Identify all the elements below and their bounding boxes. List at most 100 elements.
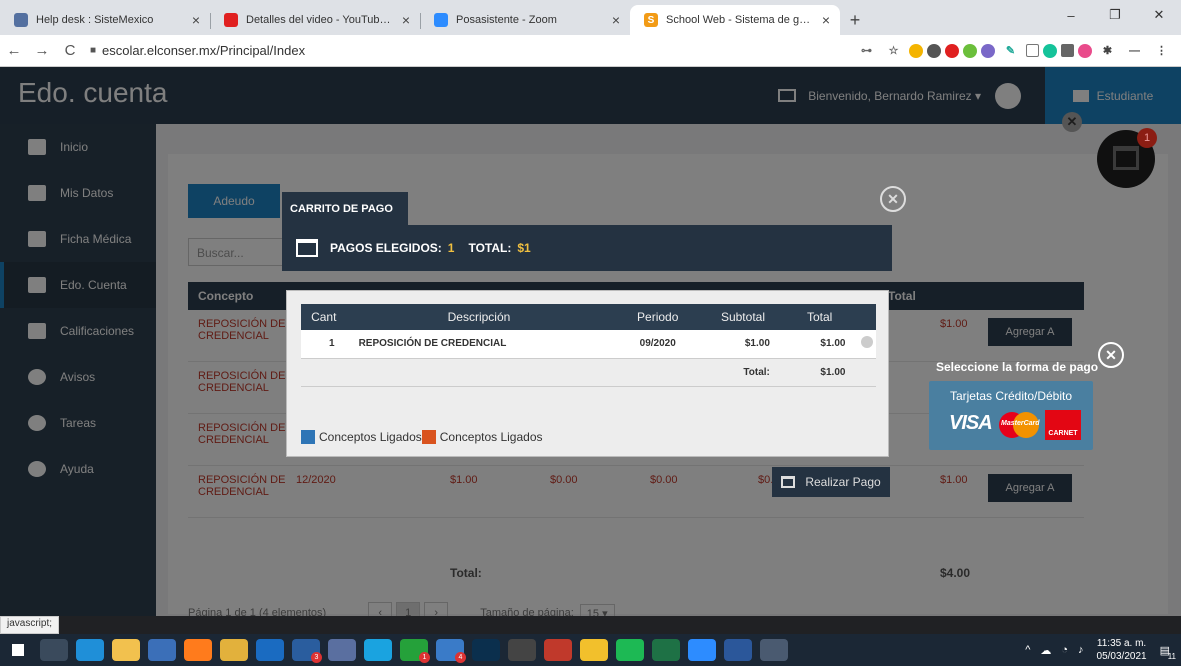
detail-empty-cell — [346, 358, 612, 387]
app-icon-2[interactable] — [328, 639, 356, 661]
browser-tab[interactable]: Detalles del video - YouTube Stu × — [210, 5, 420, 35]
detail-col-header: Descripción — [346, 304, 612, 330]
taskbar-badge: 4 — [455, 652, 466, 663]
app-icon-3[interactable]: 4 — [436, 639, 466, 663]
extension-icon[interactable] — [981, 43, 995, 58]
extension-icon[interactable] — [1078, 43, 1092, 58]
chosen-label: PAGOS ELEGIDOS: — [330, 241, 442, 255]
extension-icon[interactable]: ✎ — [999, 42, 1022, 60]
reload-button[interactable]: C — [56, 42, 84, 59]
volume-icon[interactable]: ♪ — [1078, 644, 1084, 656]
maximize-button[interactable]: ❐ — [1093, 0, 1137, 30]
task-view-icon[interactable] — [40, 639, 68, 661]
extension-icon[interactable] — [1061, 44, 1074, 57]
cart-icon — [781, 476, 796, 488]
chevron-up-icon[interactable]: ^ — [1025, 644, 1030, 656]
cart-icon — [1113, 146, 1139, 170]
cart-summary-bar[interactable]: PAGOS ELEGIDOS: 1 TOTAL: $1 — [282, 225, 892, 271]
tab-close-icon[interactable]: × — [612, 12, 620, 28]
sticky-notes-icon[interactable] — [580, 639, 608, 661]
clock[interactable]: 11:35 a. m. 05/03/2021 — [1097, 637, 1147, 663]
close-window-button[interactable]: ✕ — [1137, 0, 1181, 30]
taskbar-badge: 1 — [419, 652, 430, 663]
detail-cell-action — [857, 330, 876, 359]
firefox-icon[interactable] — [184, 639, 212, 661]
payment-option-cards[interactable]: Tarjetas Crédito/Débito VISA MasterCard … — [929, 381, 1093, 450]
grammarly-icon[interactable] — [1043, 43, 1057, 58]
chrome-icon[interactable] — [220, 639, 248, 661]
whatsapp-icon[interactable]: 1 — [400, 639, 430, 663]
skype-icon[interactable] — [364, 639, 392, 661]
cart-total-value: $1 — [517, 241, 531, 255]
zoom-icon[interactable] — [688, 639, 716, 661]
tab-favicon-icon: S — [644, 13, 658, 27]
tab-title: Detalles del video - YouTube Stu — [246, 14, 396, 26]
extension-icon[interactable] — [927, 43, 941, 58]
app-icon-1[interactable]: 3 — [292, 639, 322, 663]
payment-title: Seleccione la forma de pago — [936, 360, 1099, 374]
extension-icon[interactable] — [909, 43, 923, 58]
store-icon[interactable] — [148, 639, 176, 661]
close-icon[interactable]: ✕ — [1062, 112, 1082, 132]
browser-tab[interactable]: Posasistente - Zoom × — [420, 5, 630, 35]
key-icon[interactable]: ⊶ — [855, 42, 878, 60]
tab-close-icon[interactable]: × — [402, 12, 410, 28]
menu-icon[interactable]: ⋮ — [1150, 42, 1173, 60]
app-icon-6[interactable] — [760, 639, 788, 661]
payment-close-button[interactable]: ✕ — [1098, 342, 1124, 368]
tab-favicon-icon — [434, 13, 448, 27]
detail-cell-cant: 1 — [301, 330, 347, 359]
browser-tab[interactable]: Help desk : SisteMexico × — [0, 5, 210, 35]
cart-fab-button[interactable]: 1 — [1097, 128, 1157, 188]
extension-icon[interactable] — [1026, 44, 1039, 57]
legend: Conceptos Ligados Conceptos Ligados — [301, 430, 543, 444]
url-field[interactable]: ■ escolar.elconser.mx/Principal/Index — [90, 43, 790, 58]
mastercard-logo: MasterCard — [999, 412, 1040, 438]
extension-icon[interactable] — [963, 43, 977, 58]
bookmark-star-icon[interactable]: ☆ — [882, 42, 905, 60]
photoshop-icon[interactable] — [472, 639, 500, 661]
status-bar: javascript; — [0, 616, 60, 634]
windows-icon — [12, 644, 24, 656]
detail-col-header: Total — [781, 304, 858, 330]
tab-close-icon[interactable]: × — [192, 12, 200, 28]
network-icon[interactable]: ◔ — [1061, 644, 1068, 656]
tab-title: Help desk : SisteMexico — [36, 14, 154, 26]
remove-item-icon[interactable] — [860, 336, 873, 349]
forward-button[interactable]: → — [28, 42, 56, 59]
file-explorer-icon[interactable] — [112, 639, 140, 661]
cart-detail-modal: Cant Descripción Periodo Subtotal Total 1 REP… — [286, 290, 889, 457]
tab-title: School Web - Sistema de gestion — [666, 14, 816, 26]
app-icon-4[interactable] — [508, 639, 536, 661]
legend-label: Conceptos Ligados — [319, 430, 422, 444]
cart-title: CARRITO DE PAGO — [282, 192, 408, 226]
detail-empty-cell — [301, 358, 347, 387]
outlook-icon[interactable] — [256, 639, 284, 661]
cloud-icon[interactable]: ☁ — [1040, 644, 1051, 657]
back-button[interactable]: ← — [0, 42, 28, 59]
tab-close-icon[interactable]: × — [822, 12, 830, 28]
cart-badge: 1 — [1137, 128, 1157, 148]
tab-favicon-icon — [14, 13, 28, 27]
new-tab-button[interactable]: + — [840, 5, 870, 35]
detail-cell-periodo: 09/2020 — [611, 330, 705, 359]
profile-icon[interactable]: — — [1123, 42, 1146, 60]
excel-icon[interactable] — [652, 639, 680, 661]
visa-logo: VISA — [949, 412, 993, 434]
cart-close-button[interactable]: ✕ — [880, 186, 906, 212]
url-text: escolar.elconser.mx/Principal/Index — [102, 43, 306, 58]
detail-total-label: Total: — [704, 358, 782, 387]
realizar-pago-button[interactable]: Realizar Pago — [772, 467, 890, 497]
app-icon-5[interactable] — [544, 639, 572, 661]
detail-total-value: $1.00 — [781, 358, 858, 387]
start-button[interactable] — [0, 634, 36, 666]
puzzle-icon[interactable]: ✱ — [1096, 42, 1119, 60]
opera-icon[interactable] — [945, 43, 959, 58]
notifications-icon[interactable]: ▤ 11 — [1160, 644, 1176, 661]
legend-swatch — [421, 430, 436, 444]
edge-icon[interactable] — [76, 639, 104, 661]
word-icon[interactable] — [724, 639, 752, 661]
browser-tab[interactable]: S School Web - Sistema de gestion × — [630, 5, 840, 35]
minimize-button[interactable]: – — [1049, 0, 1093, 30]
spotify-icon[interactable] — [616, 639, 644, 661]
